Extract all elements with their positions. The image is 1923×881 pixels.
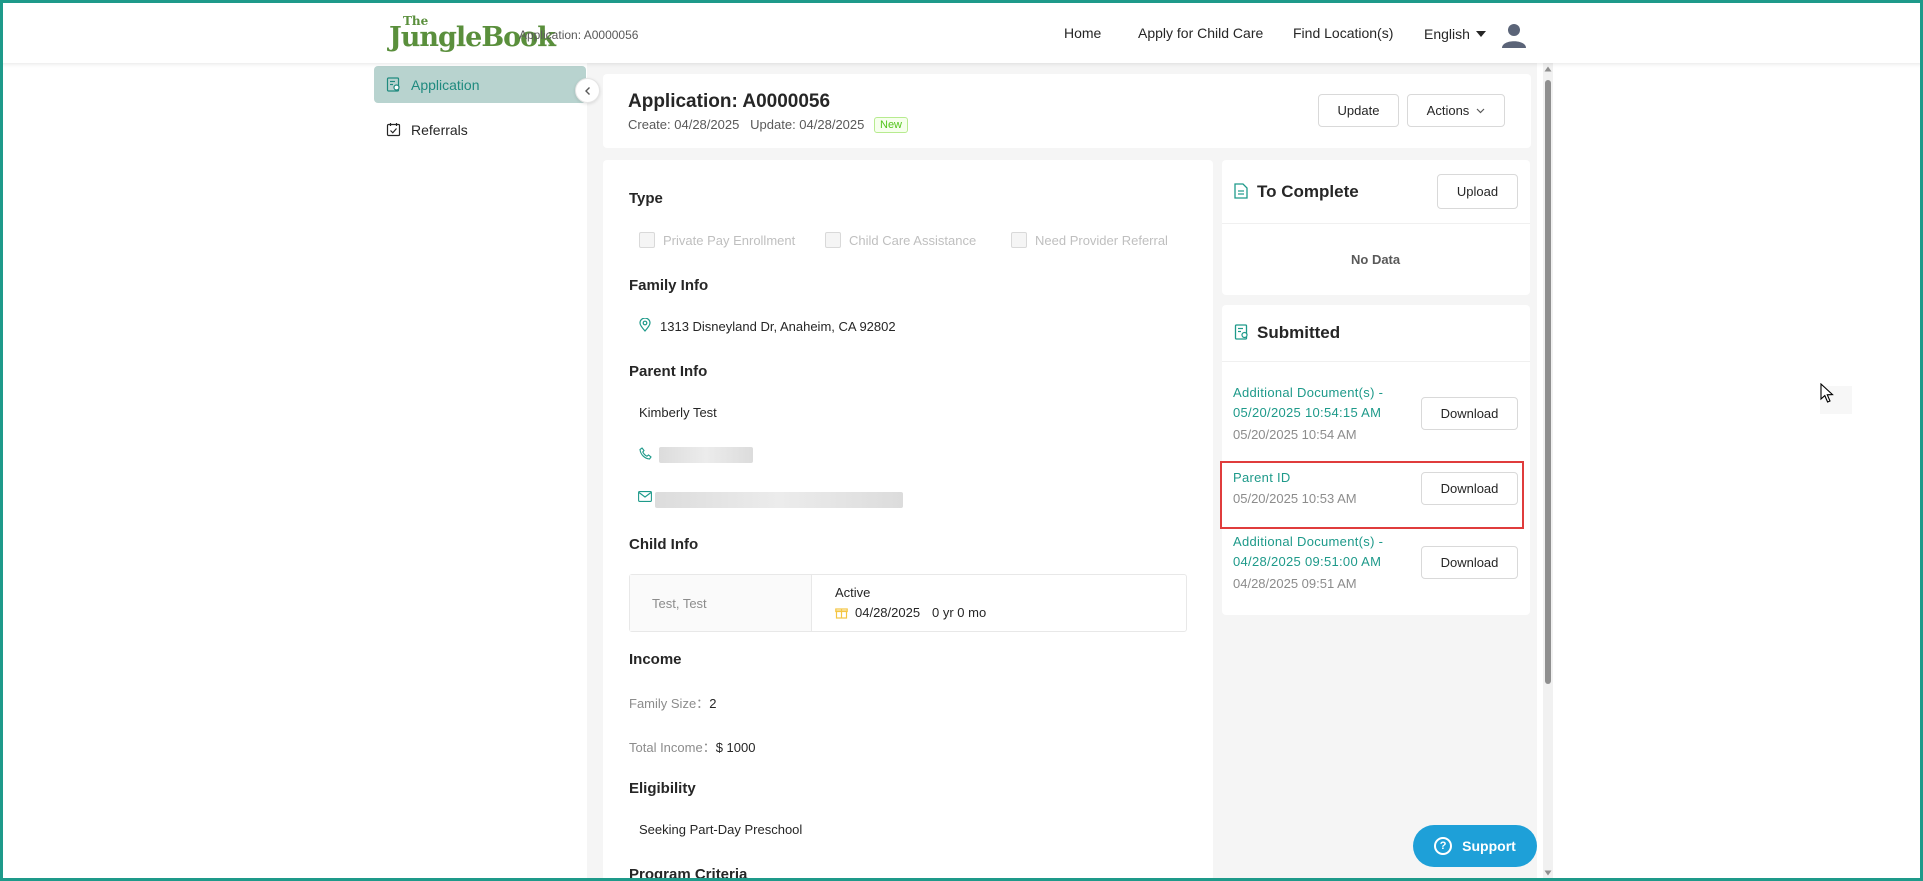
submitted-doc-date-1: 05/20/2025 10:54 AM — [1233, 427, 1357, 442]
chevron-left-icon — [584, 86, 590, 95]
actions-dropdown-button[interactable]: Actions — [1407, 94, 1505, 127]
total-income-label: Total Income： — [629, 740, 716, 755]
parent-name: Kimberly Test — [639, 405, 717, 420]
upload-button-label: Upload — [1456, 184, 1499, 199]
download-button-label: Download — [1440, 555, 1499, 570]
help-question-icon: ? — [1434, 837, 1453, 855]
download-button-1[interactable]: Download — [1421, 397, 1518, 430]
eligibility-value: Seeking Part-Day Preschool — [639, 822, 803, 837]
calendar-check-icon — [386, 123, 401, 137]
child-age: 0 yr 0 mo — [932, 605, 987, 620]
parent-email-redacted — [655, 492, 903, 508]
submitted-doc-link-1-timestamp[interactable]: 05/20/2025 10:54:15 AM — [1233, 403, 1381, 423]
type-section-title: Type — [629, 190, 663, 207]
language-selector[interactable]: English — [1424, 26, 1486, 42]
family-size-label: Family Size： — [629, 696, 710, 711]
family-address: 1313 Disneyland Dr, Anaheim, CA 92802 — [660, 319, 896, 334]
family-info-title: Family Info — [629, 277, 709, 294]
actions-button-label: Actions — [1426, 103, 1470, 118]
support-label: Support — [1462, 838, 1516, 854]
sidebar-item-label: Referrals — [411, 121, 468, 138]
parent-phone-redacted — [659, 447, 753, 463]
family-size-row: Family Size：2 — [629, 693, 716, 712]
type-option-child-care-assistance[interactable]: Child Care Assistance — [825, 232, 976, 248]
sidebar-item-application[interactable]: Application — [374, 66, 586, 103]
language-label: English — [1424, 26, 1470, 42]
main-scrollbar-thumb[interactable] — [1545, 80, 1551, 684]
details-card — [603, 160, 1213, 881]
child-info-title: Child Info — [629, 536, 699, 553]
type-option-private-pay[interactable]: Private Pay Enrollment — [639, 232, 795, 248]
mouse-pointer-icon — [1820, 383, 1834, 403]
application-doc-icon — [386, 77, 400, 92]
child-name: Test, Test — [652, 596, 707, 611]
nav-home[interactable]: Home — [1064, 25, 1101, 41]
sidebar-item-label: Application — [411, 76, 480, 93]
mail-icon — [638, 491, 652, 502]
status-badge: New — [874, 117, 909, 133]
jungle-book-logo[interactable]: The JungleBook — [389, 14, 556, 53]
chevron-down-icon — [1476, 108, 1485, 113]
update-button-label: Update — [1337, 103, 1380, 118]
update-date: Update: 04/28/2025 — [750, 117, 865, 132]
submitted-doc-icon — [1234, 324, 1248, 340]
submitted-doc-link-1[interactable]: Additional Document(s) - — [1233, 383, 1383, 403]
header-application-id: Application: A0000056 — [519, 28, 639, 42]
download-button-label: Download — [1440, 406, 1499, 421]
eligibility-title: Eligibility — [629, 780, 696, 797]
submitted-doc-link-3[interactable]: Additional Document(s) - — [1233, 532, 1383, 552]
program-criteria-title: Program Criteria — [629, 866, 748, 881]
submitted-doc-link-3-timestamp[interactable]: 04/28/2025 09:51:00 AM — [1233, 552, 1381, 572]
user-avatar-icon[interactable] — [1500, 21, 1528, 49]
sidebar-item-referrals[interactable]: Referrals — [374, 111, 586, 148]
checkbox[interactable] — [825, 232, 841, 248]
type-option-need-provider-referral[interactable]: Need Provider Referral — [1011, 232, 1168, 248]
location-pin-icon — [639, 318, 651, 332]
phone-icon — [639, 447, 652, 460]
checkbox[interactable] — [1011, 232, 1027, 248]
checkbox[interactable] — [639, 232, 655, 248]
scroll-up-arrow-icon[interactable] — [1544, 66, 1552, 72]
family-size-value: 2 — [709, 696, 717, 711]
divider — [1222, 223, 1530, 224]
page-title: Application: A0000056 — [628, 91, 831, 112]
document-icon — [1234, 183, 1248, 199]
update-button[interactable]: Update — [1318, 94, 1399, 127]
support-button[interactable]: ? Support — [1413, 825, 1537, 867]
checkbox-label: Need Provider Referral — [1035, 232, 1168, 248]
nav-find-locations[interactable]: Find Location(s) — [1293, 25, 1393, 41]
income-title: Income — [629, 651, 682, 668]
submitted-doc-date-3: 04/28/2025 09:51 AM — [1233, 576, 1357, 591]
parent-info-title: Parent Info — [629, 363, 708, 380]
nav-apply-for-child-care[interactable]: Apply for Child Care — [1138, 25, 1263, 41]
checkbox-label: Private Pay Enrollment — [663, 232, 796, 248]
divider — [1222, 361, 1530, 362]
total-income-row: Total Income：$ 1000 — [629, 737, 755, 756]
child-status: Active — [835, 585, 871, 600]
upload-button[interactable]: Upload — [1437, 174, 1518, 209]
submitted-title: Submitted — [1257, 323, 1341, 342]
caret-down-icon — [1475, 31, 1486, 37]
download-button-3[interactable]: Download — [1421, 546, 1518, 579]
scroll-down-arrow-icon[interactable] — [1544, 870, 1552, 876]
total-income-value: $ 1000 — [715, 740, 756, 755]
highlight-box — [1220, 461, 1524, 529]
application-dates: Create: 04/28/2025 Update: 04/28/2025 Ne… — [628, 117, 909, 133]
create-date: Create: 04/28/2025 — [628, 117, 740, 132]
birthday-gift-icon — [835, 608, 848, 619]
top-header: The JungleBook Application: A0000056 Hom… — [0, 0, 1923, 63]
sidebar-collapse-button[interactable] — [575, 78, 600, 103]
sidebar: Application Referrals — [369, 63, 587, 881]
checkbox-label: Child Care Assistance — [849, 232, 977, 248]
child-info-row[interactable] — [629, 574, 1187, 632]
to-complete-title: To Complete — [1257, 182, 1359, 201]
no-data-text: No Data — [1351, 252, 1401, 267]
child-birthdate: 04/28/2025 — [855, 605, 921, 620]
